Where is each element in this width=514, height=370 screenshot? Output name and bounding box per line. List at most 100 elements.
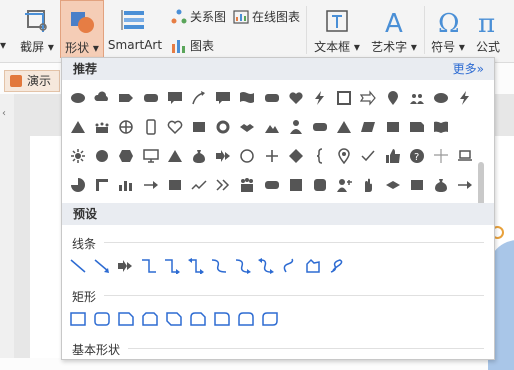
formula-button[interactable]: π 公式 [470, 0, 506, 58]
smartart-button[interactable]: SmartArt [106, 0, 164, 58]
square-icon[interactable] [284, 173, 308, 197]
rect-icon[interactable] [405, 173, 429, 197]
ring-icon[interactable] [211, 115, 235, 139]
laptop-icon[interactable] [453, 144, 477, 168]
rectangle-icon[interactable] [66, 307, 90, 331]
chart-button[interactable]: 图表 [171, 37, 214, 54]
money-bag-icon[interactable] [429, 173, 453, 197]
elbow-double-arrow-icon[interactable] [184, 254, 208, 278]
double-arrow-icon[interactable] [211, 144, 235, 168]
snip-single-icon[interactable] [114, 307, 138, 331]
notched-arrow-icon[interactable] [356, 86, 380, 110]
line-icon[interactable] [66, 254, 90, 278]
arrow-icon[interactable] [90, 254, 114, 278]
heart-icon[interactable] [284, 86, 308, 110]
textbox-button[interactable]: 文本框 ▾ [310, 0, 364, 58]
plus-icon[interactable] [260, 144, 284, 168]
callout-icon[interactable] [211, 86, 235, 110]
corner-icon[interactable] [90, 173, 114, 197]
diamond-flat-icon[interactable] [381, 173, 405, 197]
cloud-icon[interactable] [90, 86, 114, 110]
rounded-rect-icon[interactable] [260, 86, 284, 110]
check-icon[interactable] [356, 144, 380, 168]
elbow-arrow-icon[interactable] [160, 254, 184, 278]
brace-icon[interactable] [308, 144, 332, 168]
rect-icon[interactable] [381, 115, 405, 139]
curve-arrow-icon[interactable] [231, 254, 255, 278]
ellipse-icon[interactable] [66, 86, 90, 110]
circle-outline-icon[interactable] [235, 144, 259, 168]
arrow-right-icon[interactable] [453, 173, 477, 197]
triangle-icon[interactable] [163, 144, 187, 168]
shapes-button[interactable]: 形状 ▾ [60, 0, 104, 58]
triangle-icon[interactable] [66, 115, 90, 139]
handshake-icon[interactable] [235, 115, 259, 139]
diamond-icon[interactable] [284, 144, 308, 168]
wave-rect-icon[interactable] [235, 86, 259, 110]
location-pin-icon[interactable] [381, 86, 405, 110]
trend-icon[interactable] [187, 173, 211, 197]
collapse-chevron-icon[interactable]: ‹ [2, 108, 6, 119]
rounded-rect-icon[interactable] [139, 86, 163, 110]
frame-icon[interactable] [332, 86, 356, 110]
rounded-rectangle-icon[interactable] [90, 307, 114, 331]
elbow-icon[interactable] [137, 254, 161, 278]
rounded-rect-icon[interactable] [260, 173, 284, 197]
more-link[interactable]: 更多» [453, 58, 484, 80]
people-group-icon[interactable] [235, 173, 259, 197]
round-same-side-icon[interactable] [234, 307, 258, 331]
lightning-icon[interactable] [308, 86, 332, 110]
arrow-right-icon[interactable] [139, 173, 163, 197]
relation-chart-button[interactable]: 关系图 [171, 8, 226, 25]
chart-icon[interactable] [114, 173, 138, 197]
phone-icon[interactable] [139, 115, 163, 139]
heart-outline-icon[interactable] [163, 115, 187, 139]
callout-icon[interactable] [163, 86, 187, 110]
online-chart-button[interactable]: 在线图表 [233, 8, 300, 25]
lightning-icon[interactable] [453, 86, 477, 110]
screenshot-button[interactable]: 截屏 ▾ [14, 0, 60, 58]
money-bag-icon[interactable] [187, 144, 211, 168]
thumbs-up-icon[interactable] [381, 144, 405, 168]
triangle-icon[interactable] [332, 115, 356, 139]
monitor-icon[interactable] [139, 144, 163, 168]
snip-rect-icon[interactable] [405, 115, 429, 139]
rect-icon[interactable] [187, 115, 211, 139]
circle-icon[interactable] [90, 144, 114, 168]
hand-icon[interactable] [356, 173, 380, 197]
snip-round-icon[interactable] [186, 307, 210, 331]
ellipse-icon[interactable] [429, 86, 453, 110]
snip-diagonal-icon[interactable] [162, 307, 186, 331]
rect-icon[interactable] [163, 173, 187, 197]
wordart-button[interactable]: A 艺术字 ▾ [366, 0, 422, 58]
rounded-square-icon[interactable] [308, 173, 332, 197]
pin-icon[interactable] [332, 144, 356, 168]
crowd-icon[interactable] [90, 115, 114, 139]
people-icon[interactable] [405, 86, 429, 110]
left-dropdown-arrow[interactable]: ▾ [0, 38, 6, 52]
parallelogram-icon[interactable] [356, 115, 380, 139]
round-single-icon[interactable] [210, 307, 234, 331]
curve-icon[interactable] [207, 254, 231, 278]
person-icon[interactable] [284, 115, 308, 139]
curved-arrow-icon[interactable] [187, 86, 211, 110]
pentagon-arrow-icon[interactable] [114, 86, 138, 110]
person-add-icon[interactable] [332, 173, 356, 197]
curve-double-arrow-icon[interactable] [254, 254, 278, 278]
cross-icon[interactable] [429, 144, 453, 168]
double-arrow-icon[interactable] [113, 254, 137, 278]
snip-same-side-icon[interactable] [138, 307, 162, 331]
round-diagonal-icon[interactable] [258, 307, 282, 331]
mountain-icon[interactable] [260, 115, 284, 139]
scribble-icon[interactable] [325, 254, 349, 278]
question-icon[interactable]: ? [405, 144, 429, 168]
sun-icon[interactable] [66, 144, 90, 168]
document-tab[interactable]: 演示文 [4, 70, 60, 108]
book-icon[interactable] [429, 115, 453, 139]
globe-icon[interactable] [114, 115, 138, 139]
double-chevron-icon[interactable] [211, 173, 235, 197]
pie-icon[interactable] [66, 173, 90, 197]
freeform-icon[interactable] [301, 254, 325, 278]
rounded-rect-icon[interactable] [308, 115, 332, 139]
freeform-curve-icon[interactable] [278, 254, 302, 278]
